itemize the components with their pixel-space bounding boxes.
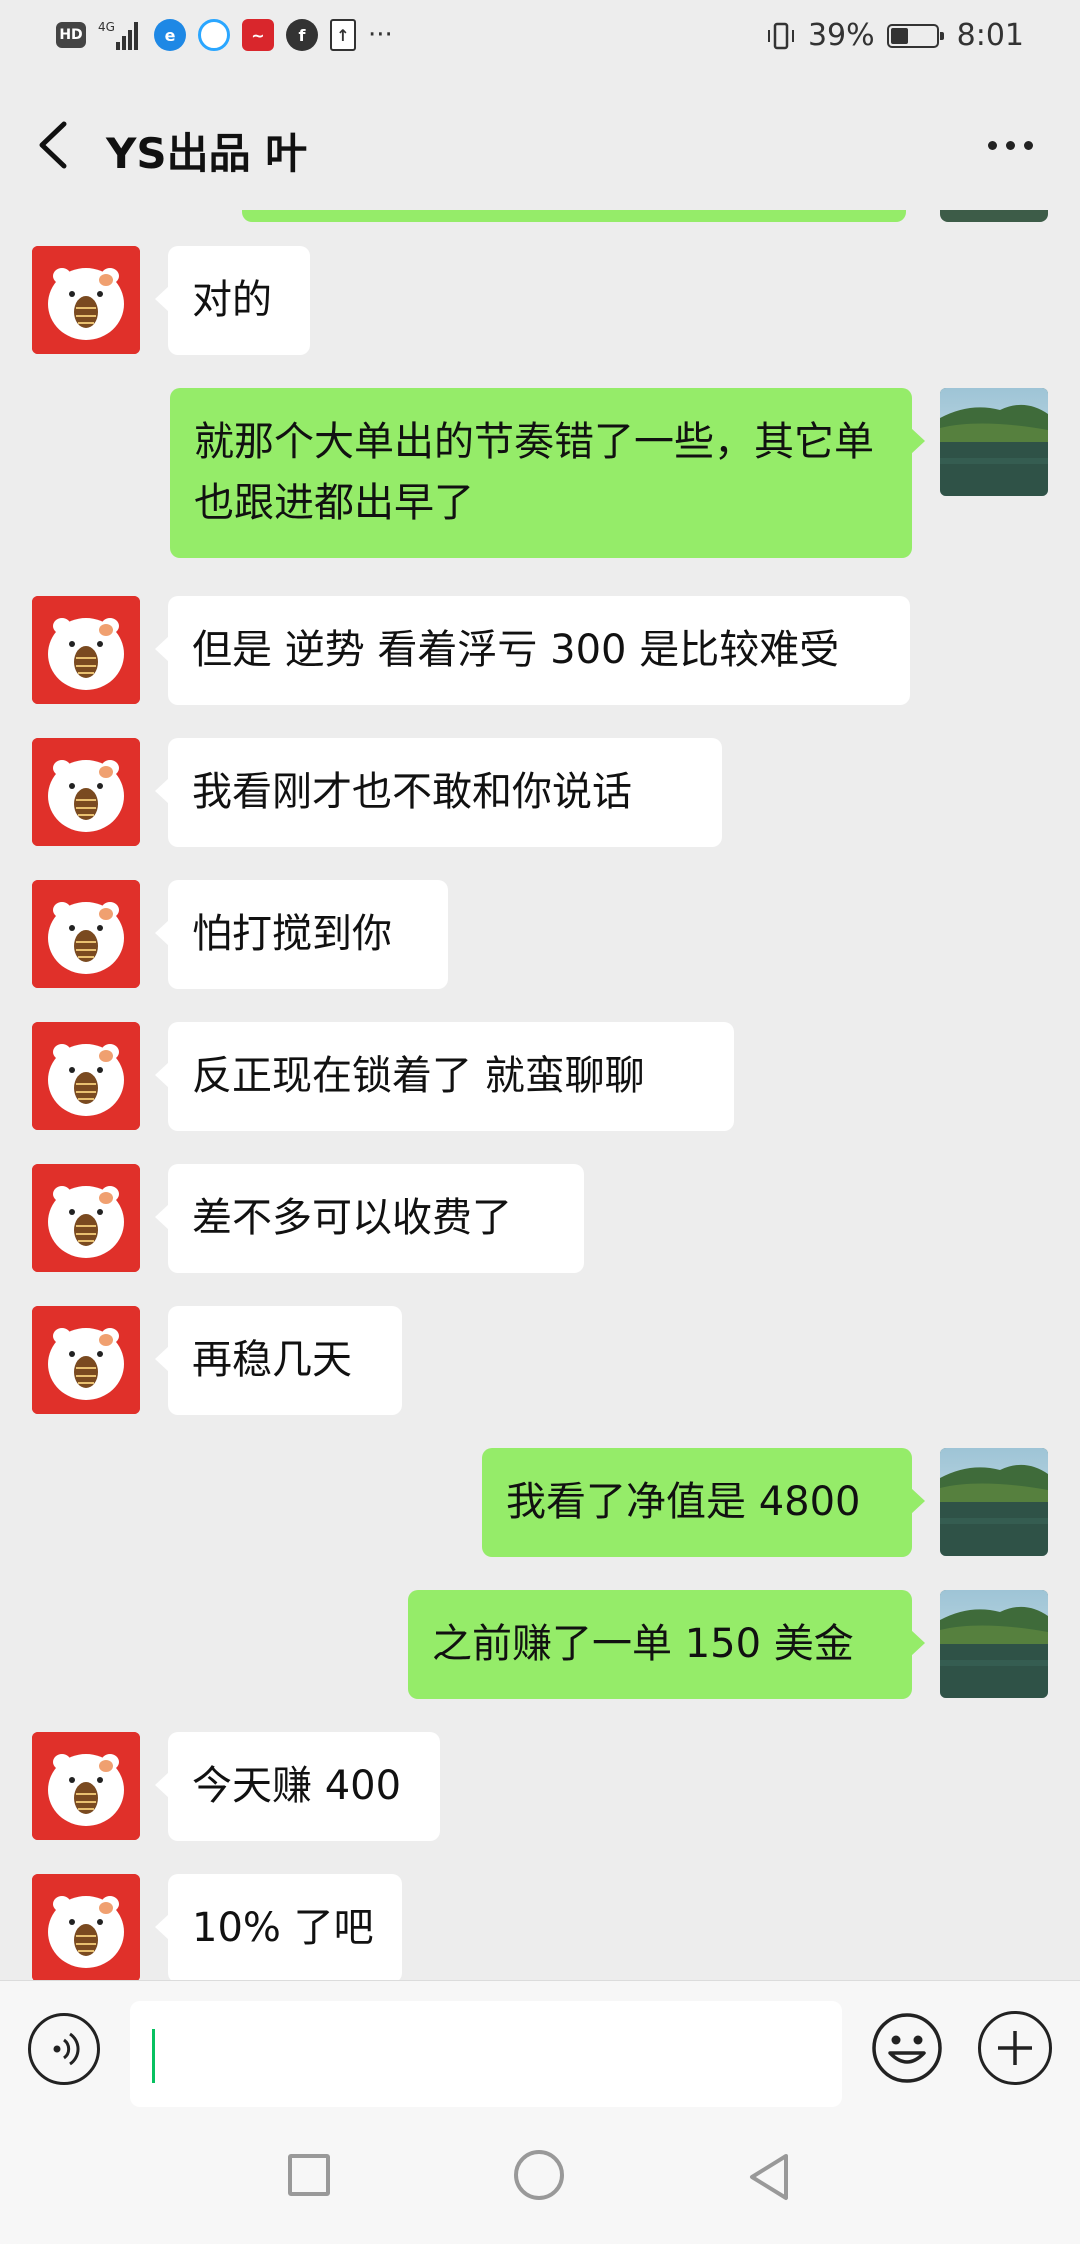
contact-avatar[interactable] <box>32 1306 140 1414</box>
battery-percent: 39% <box>807 18 875 53</box>
stock-app-icon: ~ <box>242 19 274 51</box>
svg-text:4G: 4G <box>98 20 115 34</box>
chat-header: YS出品 叶 <box>0 80 1080 210</box>
message-bubble[interactable]: 我看刚才也不敢和你说话 <box>155 738 722 847</box>
upload-icon: ↑ <box>330 19 356 51</box>
system-nav-bar <box>0 2110 1080 2244</box>
message-bubble[interactable]: 之前赚了一单 150 美金 <box>408 1590 925 1699</box>
message-bubble[interactable]: 差不多可以收费了 <box>155 1164 584 1273</box>
contact-avatar[interactable] <box>32 880 140 988</box>
4g-signal-icon: 4G <box>98 20 138 50</box>
message-input[interactable] <box>130 2001 842 2107</box>
text-caret <box>152 2029 155 2083</box>
chat-messages[interactable]: 对的 就那个大单出的节奏错了一些，其它单也跟进都出早了 但是 逆势 看着浮亏 3… <box>0 210 1080 1980</box>
previous-message-avatar <box>940 210 1048 222</box>
message-bubble[interactable]: 10% 了吧 <box>155 1874 402 1980</box>
home-icon[interactable] <box>514 2150 564 2200</box>
clock: 8:01 <box>956 18 1024 53</box>
user-avatar[interactable] <box>940 1448 1048 1556</box>
status-more: ··· <box>368 20 393 50</box>
message-bubble[interactable]: 反正现在锁着了 就蛮聊聊 <box>155 1022 734 1131</box>
user-avatar[interactable] <box>940 1590 1048 1698</box>
message-bubble[interactable]: 今天赚 400 <box>155 1732 440 1841</box>
recent-apps-icon[interactable] <box>288 2154 330 2196</box>
message-bubble[interactable]: 就那个大单出的节奏错了一些，其它单也跟进都出早了 <box>170 388 925 558</box>
qq-browser-icon <box>198 19 230 51</box>
status-right: 39% 8:01 <box>766 18 1024 53</box>
input-bar <box>0 1980 1080 2111</box>
message-bubble[interactable]: 但是 逆势 看着浮亏 300 是比较难受 <box>155 596 910 705</box>
contact-avatar[interactable] <box>32 246 140 354</box>
contact-avatar[interactable] <box>32 596 140 704</box>
contact-avatar[interactable] <box>32 1874 140 1980</box>
contact-avatar[interactable] <box>32 1732 140 1840</box>
message-bubble[interactable]: 怕打搅到你 <box>155 880 448 989</box>
more-options-icon[interactable] <box>980 120 1040 170</box>
nav-back-icon[interactable] <box>744 2150 794 2204</box>
voice-icon[interactable] <box>28 2013 100 2085</box>
previous-message-bubble <box>242 210 906 222</box>
user-avatar[interactable] <box>940 388 1048 496</box>
hd-icon: HD <box>56 22 86 48</box>
contact-avatar[interactable] <box>32 738 140 846</box>
status-icons: HD 4G e ~ f ↑ ··· <box>56 18 393 52</box>
app-icon: f <box>286 19 318 51</box>
message-bubble[interactable]: 对的 <box>155 246 310 355</box>
message-bubble[interactable]: 我看了净值是 4800 <box>482 1448 925 1557</box>
back-arrow-icon[interactable] <box>30 116 80 174</box>
message-bubble[interactable]: 再稳几天 <box>155 1306 402 1415</box>
plus-icon[interactable] <box>978 2011 1052 2085</box>
emoji-icon[interactable] <box>870 2011 944 2085</box>
chat-title: YS出品 叶 <box>106 129 308 178</box>
battery-icon <box>886 23 944 48</box>
vibrate-icon <box>767 22 794 49</box>
contact-avatar[interactable] <box>32 1164 140 1272</box>
browser-icon: e <box>154 19 186 51</box>
status-bar: HD 4G e ~ f ↑ ··· 39% 8:01 <box>0 0 1080 80</box>
contact-avatar[interactable] <box>32 1022 140 1130</box>
